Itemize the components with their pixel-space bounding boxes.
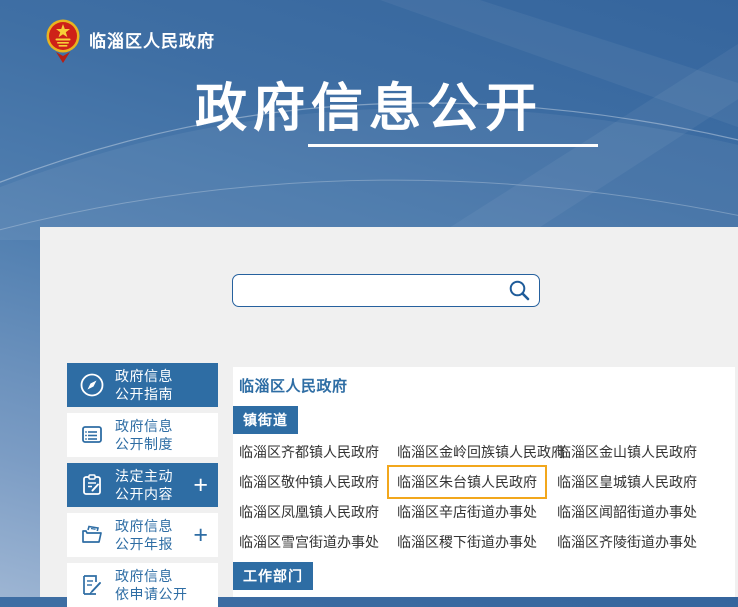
folder-icon — [78, 521, 106, 549]
grid-cell: 临淄区朱台镇人民政府 — [397, 465, 557, 499]
sidebar-item-label: 政府信息 依申请公开 — [115, 567, 188, 603]
grid-cell: 临淄区稷下街道办事处 — [397, 532, 557, 552]
sidebar-item-yishenqing-gongkai[interactable]: 政府信息 依申请公开 — [67, 563, 218, 607]
sidebar-nav: 政府信息 公开指南 政府信息 公开制度 — [67, 363, 218, 607]
grid-cell: 临淄区齐都镇人民政府 — [239, 442, 397, 462]
town-links-grid: 临淄区齐都镇人民政府 临淄区金岭回族镇人民政府 临淄区金山镇人民政府 临淄区敬仲… — [239, 437, 735, 557]
expand-plus-icon[interactable]: + — [193, 475, 208, 495]
section-badge-departments: 工作部门 — [233, 562, 313, 590]
gov-unit-link[interactable]: 临淄区皇城镇人民政府 — [557, 474, 697, 490]
sidebar-item-label: 法定主动 公开内容 — [115, 467, 173, 503]
site-header: 临淄区人民政府 — [46, 16, 215, 63]
gov-unit-link[interactable]: 临淄区稷下街道办事处 — [397, 534, 537, 550]
document-pen-icon — [78, 571, 106, 599]
gov-unit-link[interactable]: 临淄区金岭回族镇人民政府 — [397, 444, 565, 460]
sidebar-item-label: 政府信息 公开制度 — [115, 417, 173, 453]
sidebar-item-gongkai-zhinan[interactable]: 政府信息 公开指南 — [67, 363, 218, 407]
sidebar-item-label: 政府信息 公开指南 — [115, 367, 173, 403]
grid-cell: 临淄区金岭回族镇人民政府 — [397, 442, 557, 462]
document-list-icon — [78, 421, 106, 449]
grid-cell: 临淄区皇城镇人民政府 — [557, 472, 735, 492]
grid-cell: 临淄区辛店街道办事处 — [397, 502, 557, 522]
sidebar-item-fading-zhudong[interactable]: 法定主动 公开内容 + — [67, 463, 218, 507]
title-underline — [308, 144, 598, 147]
search-button[interactable] — [508, 279, 539, 302]
main-title: 临淄区人民政府 — [239, 375, 348, 396]
sidebar-item-gongkai-zhidu[interactable]: 政府信息 公开制度 — [67, 413, 218, 457]
content-panel: 政府信息 公开指南 政府信息 公开制度 — [40, 227, 738, 597]
gov-unit-link[interactable]: 临淄区辛店街道办事处 — [397, 504, 537, 520]
expand-plus-icon[interactable]: + — [193, 525, 208, 545]
site-name[interactable]: 临淄区人民政府 — [89, 27, 215, 52]
gov-unit-link[interactable]: 临淄区齐都镇人民政府 — [239, 444, 379, 460]
search-box — [232, 274, 540, 307]
gov-unit-link[interactable]: 临淄区雪宫街道办事处 — [239, 534, 379, 550]
national-emblem-logo[interactable] — [46, 16, 80, 63]
section-badge-towns: 镇街道 — [233, 406, 298, 434]
gov-unit-link[interactable]: 临淄区齐陵街道办事处 — [557, 534, 697, 550]
grid-cell: 临淄区雪宫街道办事处 — [239, 532, 397, 552]
gov-unit-link-highlighted[interactable]: 临淄区朱台镇人民政府 — [387, 465, 547, 499]
gov-unit-link[interactable]: 临淄区敬仲镇人民政府 — [239, 474, 379, 490]
gov-unit-link[interactable]: 临淄区金山镇人民政府 — [557, 444, 697, 460]
gov-unit-link[interactable]: 临淄区凤凰镇人民政府 — [239, 504, 379, 520]
sidebar-item-label: 政府信息 公开年报 — [115, 517, 173, 553]
grid-cell: 临淄区凤凰镇人民政府 — [239, 502, 397, 522]
main-content: 临淄区人民政府 镇街道 临淄区齐都镇人民政府 临淄区金岭回族镇人民政府 临淄区金… — [233, 367, 735, 597]
gov-unit-link[interactable]: 临淄区闻韶街道办事处 — [557, 504, 697, 520]
grid-cell: 临淄区敬仲镇人民政府 — [239, 472, 397, 492]
grid-cell: 临淄区闻韶街道办事处 — [557, 502, 735, 522]
sidebar-item-gongkai-nianbao[interactable]: 政府信息 公开年报 + — [67, 513, 218, 557]
search-input[interactable] — [233, 275, 508, 306]
clipboard-pen-icon — [78, 471, 106, 499]
compass-icon — [78, 371, 106, 399]
page-title: 政府信息公开 — [0, 66, 738, 141]
search-icon — [508, 279, 531, 302]
grid-cell: 临淄区齐陵街道办事处 — [557, 532, 735, 552]
grid-cell: 临淄区金山镇人民政府 — [557, 442, 735, 462]
